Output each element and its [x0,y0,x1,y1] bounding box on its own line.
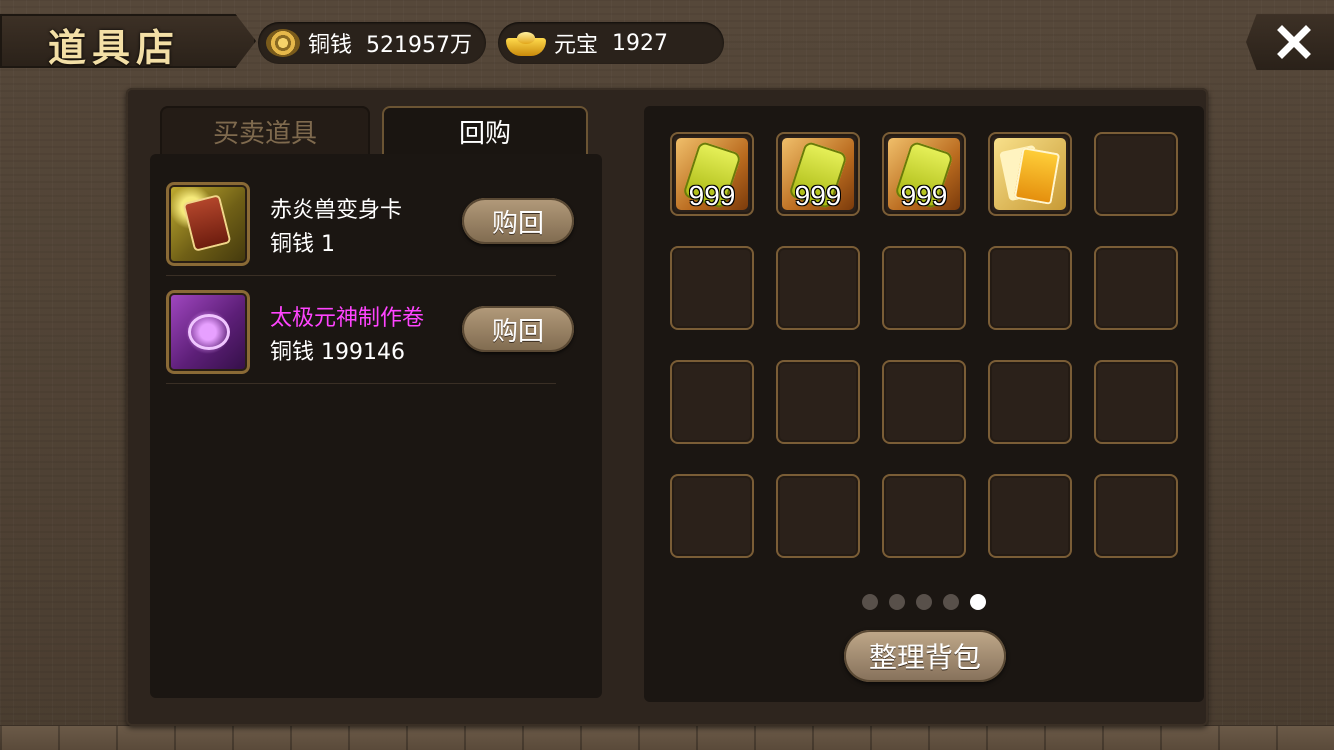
list-item: 赤炎兽变身卡 铜钱 1 购回 [166,176,574,276]
close-icon [1277,25,1311,59]
tab-buy-sell[interactable]: 买卖道具 [160,106,370,156]
page-dot-4[interactable] [943,594,959,610]
bag-slot[interactable]: 999 [882,132,966,216]
bag-slot-empty[interactable] [776,360,860,444]
item-price: 铜钱 199146 [270,340,405,365]
bag-slot-empty[interactable] [670,360,754,444]
copper-currency: 铜钱 521957万 [258,22,486,64]
bag-slot-empty[interactable] [1094,474,1178,558]
gold-ingot-icon [506,30,546,56]
bag-slot-empty[interactable] [882,474,966,558]
item-name: 太极元神制作卷 [270,306,425,331]
bag-slot-empty[interactable] [670,246,754,330]
tab-buyback[interactable]: 回购 [382,106,588,156]
floor-decoration [0,725,1334,750]
close-button[interactable] [1246,14,1334,70]
page-dot-5[interactable] [970,594,986,610]
transformation-card-icon[interactable] [166,182,250,266]
list-item: 太极元神制作卷 铜钱 199146 购回 [166,284,574,384]
bag-slot[interactable]: 999 [670,132,754,216]
page-indicator [862,594,986,610]
bag-slot-empty[interactable] [1094,246,1178,330]
buyback-button[interactable]: 购回 [462,306,574,352]
item-quantity: 999 [794,180,842,211]
bag-slot[interactable] [988,132,1072,216]
sort-bag-button[interactable]: 整理背包 [844,630,1006,682]
bag-slot-empty[interactable] [882,360,966,444]
item-price: 铜钱 1 [270,232,335,257]
bag-slot-empty[interactable] [882,246,966,330]
bag-slot-empty[interactable] [670,474,754,558]
row-divider [166,383,556,384]
ingot-value: 1927 [612,30,669,56]
coin-icon [266,29,300,57]
bag-slot-empty[interactable] [1094,360,1178,444]
item-name: 赤炎兽变身卡 [270,198,403,223]
bag-slot-empty[interactable] [988,360,1072,444]
page-dot-3[interactable] [916,594,932,610]
bag-slot-empty[interactable] [988,474,1072,558]
bag-slot-empty[interactable] [988,246,1072,330]
copper-value: 521957万 [366,33,472,58]
buyback-button[interactable]: 购回 [462,198,574,244]
item-quantity: 999 [900,180,948,211]
page-dot-1[interactable] [862,594,878,610]
bag-slot-empty[interactable] [776,474,860,558]
ingot-currency: 元宝 1927 [498,22,724,64]
copper-label: 铜钱 [308,33,353,58]
item-quantity: 999 [688,180,736,211]
page-title: 道具店 [48,25,181,70]
bag-slot-empty[interactable] [1094,132,1178,216]
page-dot-2[interactable] [889,594,905,610]
yellow-cards-icon [994,138,1066,210]
bag-slot-empty[interactable] [776,246,860,330]
bag-slot[interactable]: 999 [776,132,860,216]
row-divider [166,275,556,276]
purple-scroll-icon[interactable] [166,290,250,374]
ingot-label: 元宝 [554,33,599,58]
